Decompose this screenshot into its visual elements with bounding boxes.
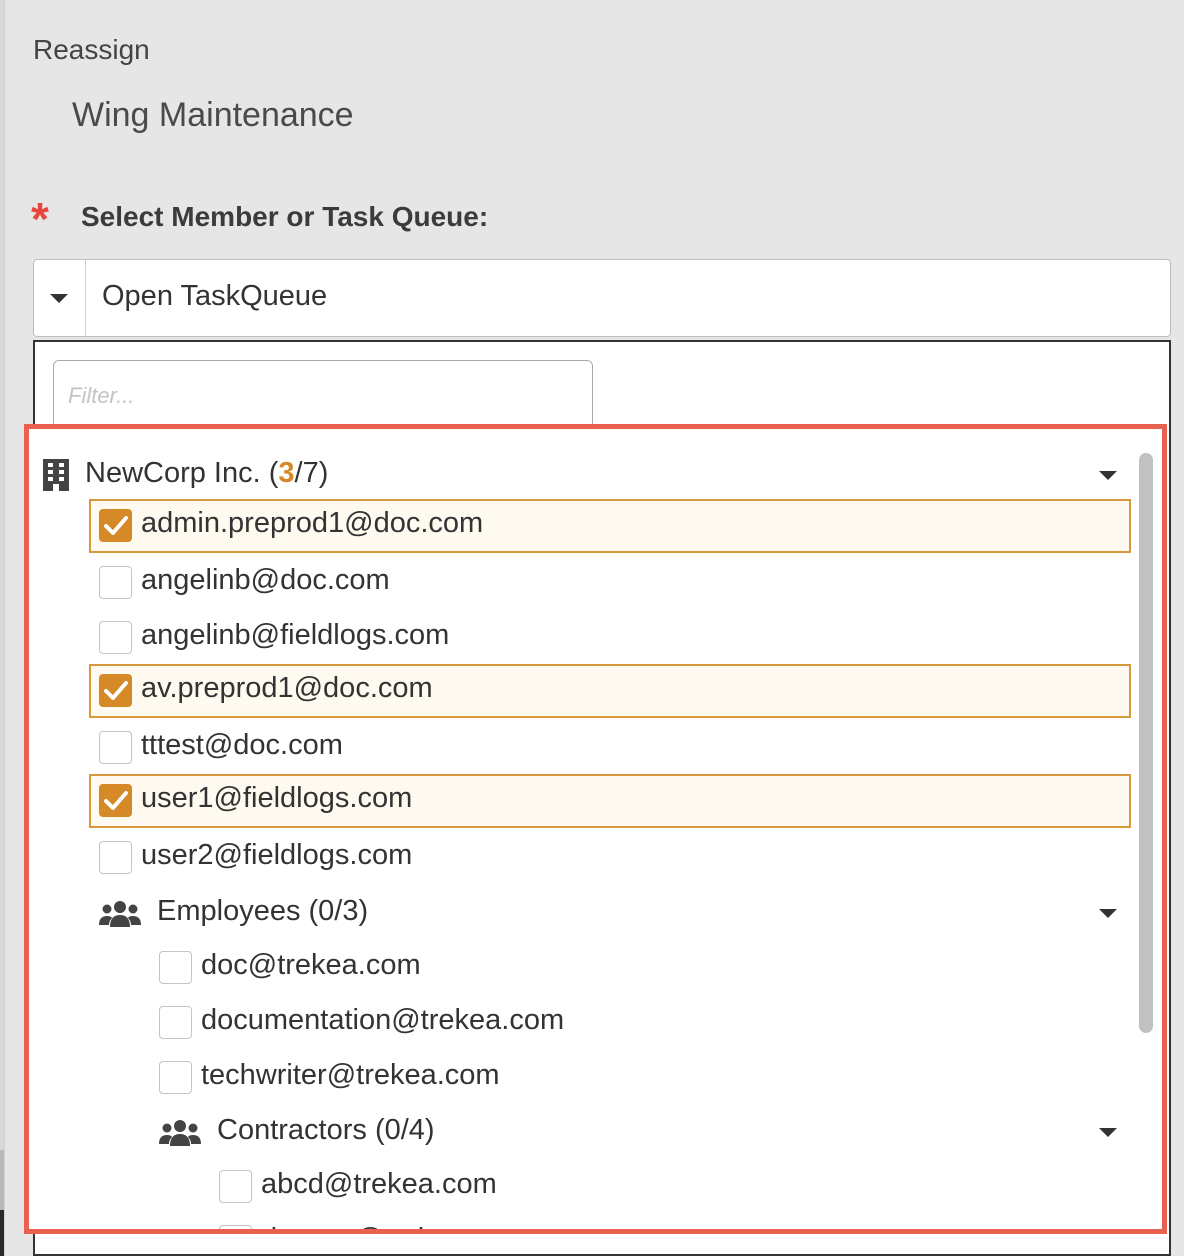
scrollbar-thumb[interactable] xyxy=(1139,453,1153,1033)
member-tree: NewCorp Inc. (3/7) admin.preprod1@doc.co… xyxy=(24,424,1167,1234)
member-email: angelinb@doc.com xyxy=(141,564,390,596)
member-row[interactable]: angelinb@doc.com xyxy=(89,556,1131,610)
group-label: Contractors (0/4) xyxy=(217,1114,435,1146)
checkbox[interactable] xyxy=(99,784,132,817)
member-email: av.preprod1@doc.com xyxy=(141,672,433,704)
checkbox[interactable] xyxy=(99,566,132,599)
checkbox[interactable] xyxy=(99,841,132,874)
checkbox[interactable] xyxy=(159,1006,192,1039)
group-row-employees[interactable]: Employees (0/3) xyxy=(89,887,1131,941)
member-row[interactable]: abcd@trekea.com xyxy=(209,1160,1129,1214)
member-row[interactable]: admin.preprod1@doc.com xyxy=(89,499,1131,553)
task-name: Wing Maintenance xyxy=(72,96,354,134)
org-total-count: /7 xyxy=(294,457,319,489)
checkbox[interactable] xyxy=(99,731,132,764)
org-label: NewCorp Inc. (3/7) xyxy=(85,457,329,489)
member-email: documentation@trekea.com xyxy=(201,1004,565,1036)
filter-input[interactable] xyxy=(53,360,593,432)
required-asterisk-icon: * xyxy=(31,193,49,245)
users-icon xyxy=(99,899,141,934)
member-row[interactable]: av.preprod1@doc.com xyxy=(89,664,1131,718)
modal-title: Reassign xyxy=(33,34,150,65)
org-checked-count: 3 xyxy=(278,457,295,489)
member-email: angelinb@fieldlogs.com xyxy=(141,619,450,651)
member-row[interactable]: angelinb@fieldlogs.com xyxy=(89,611,1131,665)
checkbox[interactable] xyxy=(99,509,132,542)
member-email: user1@fieldlogs.com xyxy=(141,782,413,814)
building-icon xyxy=(41,459,71,496)
checkbox[interactable] xyxy=(159,1061,192,1094)
caret-down-icon[interactable] xyxy=(1099,471,1117,480)
member-row[interactable]: doctest@trekea.com xyxy=(209,1215,1129,1229)
member-email: doctest@trekea.com xyxy=(261,1223,527,1229)
checkbox[interactable] xyxy=(219,1225,252,1229)
member-row[interactable]: user2@fieldlogs.com xyxy=(89,831,1131,885)
field-label: Select Member or Task Queue: xyxy=(81,201,489,232)
member-email: techwriter@trekea.com xyxy=(201,1059,500,1091)
member-row[interactable]: tttest@doc.com xyxy=(89,721,1131,775)
group-label: Employees (0/3) xyxy=(157,895,369,927)
checkbox[interactable] xyxy=(159,951,192,984)
group-row-contractors[interactable]: Contractors (0/4) xyxy=(149,1106,1131,1160)
member-email: doc@trekea.com xyxy=(201,949,421,981)
users-icon xyxy=(159,1118,201,1153)
member-select[interactable]: Open TaskQueue xyxy=(33,259,1171,337)
member-row[interactable]: doc@trekea.com xyxy=(149,941,1129,995)
member-email: abcd@trekea.com xyxy=(261,1168,497,1200)
checkbox[interactable] xyxy=(99,674,132,707)
member-row[interactable]: user1@fieldlogs.com xyxy=(89,774,1131,828)
org-name: NewCorp Inc. xyxy=(85,457,261,489)
select-value: Open TaskQueue xyxy=(102,280,328,312)
org-group-row[interactable]: NewCorp Inc. (3/7) xyxy=(29,449,1129,503)
caret-down-icon xyxy=(50,294,68,303)
caret-down-icon[interactable] xyxy=(1099,1128,1117,1137)
member-email: admin.preprod1@doc.com xyxy=(141,507,484,539)
checkbox[interactable] xyxy=(219,1170,252,1203)
select-toggle-button[interactable] xyxy=(34,260,86,336)
member-row[interactable]: documentation@trekea.com xyxy=(149,996,1129,1050)
member-email: tttest@doc.com xyxy=(141,729,343,761)
caret-down-icon[interactable] xyxy=(1099,909,1117,918)
checkbox[interactable] xyxy=(99,621,132,654)
member-email: user2@fieldlogs.com xyxy=(141,839,413,871)
member-row[interactable]: techwriter@trekea.com xyxy=(149,1051,1129,1105)
